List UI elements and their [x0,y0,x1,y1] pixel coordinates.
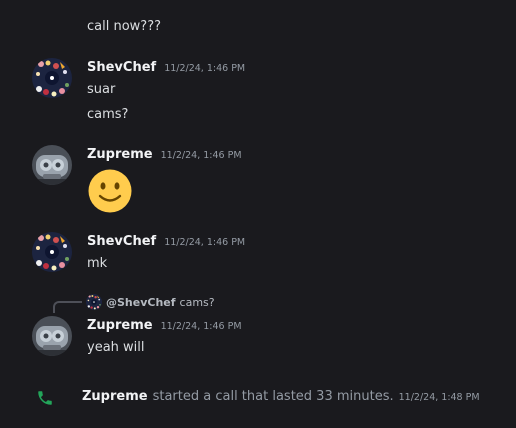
timestamp[interactable]: 11/2/24, 1:46 PM [164,63,245,74]
zupreme-avatar[interactable] [32,316,72,356]
zupreme-avatar[interactable] [32,145,72,185]
message-text: cams? [87,107,129,122]
message-text: yeah will [87,340,145,355]
shevchef-mini-avatar [86,294,102,310]
timestamp[interactable]: 11/2/24, 1:46 PM [161,150,242,161]
shevchef-avatar[interactable] [32,58,72,98]
slightly-smiling-face-emoji[interactable] [87,168,133,214]
timestamp[interactable]: 11/2/24, 1:46 PM [161,321,242,332]
username[interactable]: Zupreme [87,318,153,333]
timestamp[interactable]: 11/2/24, 1:46 PM [164,237,245,248]
message-text: mk [87,256,108,271]
message-text: suar [87,82,116,97]
message-text: call now??? [87,19,161,34]
call-text: started a call that lasted 33 minutes. [152,389,394,404]
phone-icon [36,389,54,407]
call-system-message: Zupreme started a call that lasted 33 mi… [82,389,480,404]
username[interactable]: ShevChef [87,60,156,75]
shevchef-avatar[interactable] [32,232,72,272]
reply-text[interactable]: cams? [180,296,215,309]
username[interactable]: ShevChef [87,234,156,249]
reply-username[interactable]: @ShevChef [106,296,176,309]
reply-connector [53,301,82,313]
username[interactable]: Zupreme [87,147,153,162]
call-timestamp[interactable]: 11/2/24, 1:48 PM [399,392,480,403]
call-username[interactable]: Zupreme [82,389,148,404]
reply-preview[interactable]: @ShevChef cams? [86,294,215,310]
